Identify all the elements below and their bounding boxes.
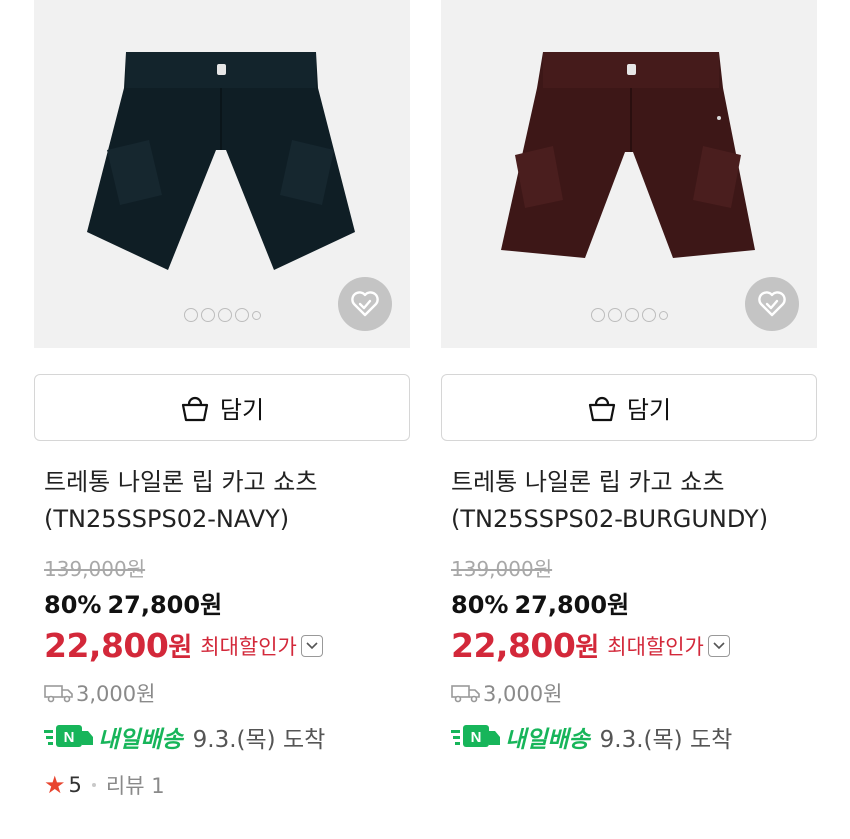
product-title[interactable]: 트레통 나일론 립 카고 쇼츠 (TN25SSPS02-NAVY): [44, 464, 406, 538]
shipping-fee-row: 3,000원: [451, 678, 562, 708]
pagination-dot: [590, 308, 605, 322]
best-price: 22,800: [44, 626, 169, 665]
cart-button-label: 담기: [626, 396, 672, 424]
shopping-bag-icon: [181, 396, 209, 421]
wishlist-button[interactable]: [745, 277, 799, 331]
heart-check-icon: [758, 291, 786, 317]
max-discount-row: 22,800 원 최대할인가: [451, 626, 730, 665]
shopping-bag-icon: [588, 396, 616, 421]
product-title-line: (TN25SSPS02-BURGUNDY): [451, 505, 769, 533]
delivery-badge: N: [64, 729, 75, 746]
rating-score: 5: [68, 773, 82, 797]
product-image[interactable]: [441, 0, 817, 348]
sale-price-row: 80% 27,800원: [44, 585, 222, 620]
add-to-cart-button[interactable]: 담기: [441, 374, 817, 441]
pagination-dot: [624, 308, 639, 322]
shipping-fee-row: 3,000원: [44, 678, 155, 708]
wishlist-button[interactable]: [338, 277, 392, 331]
delivery-badge: N: [471, 729, 482, 746]
arrival-date: 9.3.(목) 도착: [192, 727, 326, 753]
product-title-line: 트레통 나일론 립 카고 쇼츠: [44, 468, 318, 496]
original-price: 139,000원: [44, 557, 146, 581]
shipping-fee: 3,000원: [483, 682, 563, 706]
delivery-row: N 내일배송 9.3.(목) 도착: [44, 720, 325, 754]
product-title-line: 트레통 나일론 립 카고 쇼츠: [451, 468, 725, 496]
delivery-label: 내일배송: [98, 727, 183, 753]
add-to-cart-button[interactable]: 담기: [34, 374, 410, 441]
truck-icon: [451, 685, 480, 703]
pagination-dot: [217, 308, 232, 322]
pagination-dot: [658, 310, 668, 320]
product-title-line: (TN25SSPS02-NAVY): [44, 505, 290, 533]
product-card[interactable]: 담기 트레통 나일론 립 카고 쇼츠 (TN25SSPS02-NAVY) 139…: [34, 0, 410, 799]
product-title[interactable]: 트레통 나일론 립 카고 쇼츠 (TN25SSPS02-BURGUNDY): [451, 464, 813, 538]
separator-dot: [91, 783, 96, 787]
max-discount-row: 22,800 원 최대할인가: [44, 626, 323, 665]
sale-price-row: 80% 27,800원: [451, 585, 629, 620]
product-image[interactable]: [34, 0, 410, 348]
heart-check-icon: [351, 291, 379, 317]
delivery-truck-icon: N: [44, 725, 93, 747]
best-price-unit: 원: [575, 633, 600, 663]
pagination-dot: [641, 308, 656, 322]
pagination-dot: [251, 310, 261, 320]
original-price: 139,000원: [451, 557, 553, 581]
sale-price: 27,800원: [107, 591, 223, 619]
discount-percent: 80%: [44, 591, 102, 619]
star-icon: ★: [44, 771, 66, 799]
delivery-truck-icon: N: [451, 725, 500, 747]
best-price-unit: 원: [168, 633, 193, 663]
arrival-date: 9.3.(목) 도착: [599, 727, 733, 753]
best-price: 22,800: [451, 626, 576, 665]
pagination-dot: [607, 308, 622, 322]
max-discount-expand-button[interactable]: [300, 634, 323, 657]
rating-row[interactable]: ★ 5 리뷰 1: [44, 770, 165, 800]
max-discount-label: 최대할인가: [607, 634, 704, 659]
chevron-down-icon: [306, 641, 318, 649]
cart-button-label: 담기: [219, 396, 265, 424]
truck-icon: [44, 685, 73, 703]
delivery-label: 내일배송: [505, 727, 590, 753]
sale-price: 27,800원: [514, 591, 630, 619]
review-count: 리뷰 1: [105, 774, 165, 798]
discount-percent: 80%: [451, 591, 509, 619]
delivery-row: N 내일배송 9.3.(목) 도착: [451, 720, 732, 754]
pagination-dot: [200, 308, 215, 322]
shipping-fee: 3,000원: [76, 682, 156, 706]
max-discount-expand-button[interactable]: [707, 634, 730, 657]
pagination-dot: [234, 308, 249, 322]
chevron-down-icon: [713, 641, 725, 649]
pagination-dot: [183, 308, 198, 322]
max-discount-label: 최대할인가: [200, 634, 297, 659]
product-card[interactable]: 담기 트레통 나일론 립 카고 쇼츠 (TN25SSPS02-BURGUNDY)…: [441, 0, 817, 753]
